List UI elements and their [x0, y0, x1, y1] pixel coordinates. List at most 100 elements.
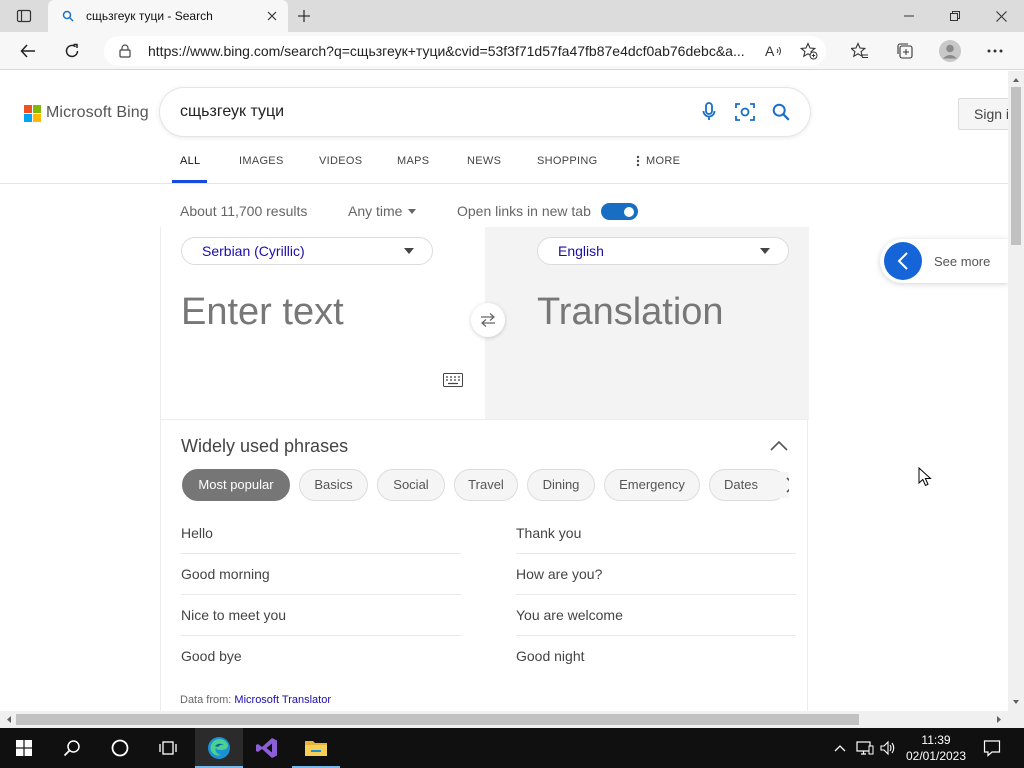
- close-window-icon[interactable]: [978, 0, 1024, 32]
- data-from-label: Data from:: [180, 694, 232, 706]
- browser-tab[interactable]: сщьзгеук туци - Search: [48, 0, 288, 32]
- vertical-scrollbar[interactable]: [1008, 71, 1024, 711]
- task-view-icon[interactable]: [144, 728, 192, 768]
- phrase-item[interactable]: Good bye: [181, 636, 461, 677]
- chip-most-popular[interactable]: Most popular: [182, 469, 290, 501]
- chip-travel[interactable]: Travel: [454, 469, 518, 501]
- mouse-cursor-icon: [918, 467, 932, 487]
- divider: [161, 419, 809, 420]
- caret-down-icon: [404, 248, 414, 254]
- source-pane: Serbian (Cyrillic) Enter text: [161, 227, 485, 419]
- url-text: https://www.bing.com/search?q=сщьзгеук+т…: [148, 43, 745, 59]
- bing-logo[interactable]: Microsoft Bing: [24, 104, 149, 122]
- collections-icon[interactable]: [891, 37, 919, 65]
- scrollbar-corner: [1008, 711, 1024, 728]
- chevron-up-icon[interactable]: [830, 738, 850, 758]
- cortana-icon[interactable]: [96, 728, 144, 768]
- phrase-item[interactable]: Good morning: [181, 554, 461, 595]
- vertical-scroll-thumb[interactable]: [1011, 87, 1021, 245]
- tab-all[interactable]: ALL: [180, 155, 200, 167]
- phrase-item[interactable]: How are you?: [516, 554, 796, 595]
- page-content: Microsoft Bing сщьзгеук туци Sign in ALL…: [0, 71, 1008, 711]
- vertical-dots-icon: [636, 155, 640, 167]
- keyboard-icon[interactable]: [443, 373, 463, 387]
- tab-news[interactable]: NEWS: [467, 155, 501, 167]
- file-explorer-icon[interactable]: [292, 728, 340, 768]
- microphone-icon[interactable]: [696, 99, 722, 125]
- microsoft-logo-icon: [24, 104, 41, 122]
- new-tab-icon[interactable]: [292, 4, 316, 28]
- tab-images[interactable]: IMAGES: [239, 155, 284, 167]
- phrase-item[interactable]: Nice to meet you: [181, 595, 461, 636]
- notifications-icon[interactable]: [982, 738, 1002, 758]
- search-input[interactable]: сщьзгеук туци: [160, 88, 810, 136]
- browser-tab-bar: сщьзгеук туци - Search: [0, 0, 1024, 32]
- svg-text:A: A: [765, 43, 775, 59]
- tab-more-label: MORE: [646, 155, 681, 167]
- edge-browser-icon[interactable]: [195, 728, 243, 768]
- target-pane: English Translation: [485, 227, 809, 419]
- translation-output: Translation: [537, 291, 724, 333]
- scroll-up-icon[interactable]: [1008, 73, 1024, 87]
- chip-basics[interactable]: Basics: [299, 469, 368, 501]
- horizontal-scroll-thumb[interactable]: [16, 714, 859, 725]
- phrase-item[interactable]: Good night: [516, 636, 796, 677]
- chip-emergency[interactable]: Emergency: [604, 469, 700, 501]
- search-icon: [60, 8, 76, 24]
- tab-actions-icon[interactable]: [8, 4, 40, 28]
- time-filter-dropdown[interactable]: Any time: [348, 203, 417, 219]
- taskbar-clock[interactable]: 11:39 02/01/2023: [900, 732, 972, 764]
- phrases-title: Widely used phrases: [181, 436, 349, 456]
- visual-search-icon[interactable]: [732, 99, 758, 125]
- chip-social[interactable]: Social: [377, 469, 445, 501]
- restore-icon[interactable]: [932, 0, 978, 32]
- address-bar[interactable]: https://www.bing.com/search?q=сщьзгеук+т…: [104, 36, 826, 66]
- chevron-up-icon[interactable]: [769, 439, 789, 453]
- tab-videos[interactable]: VIDEOS: [319, 155, 362, 167]
- target-language-label: English: [558, 243, 604, 259]
- tab-more[interactable]: MORE: [636, 155, 680, 167]
- minimize-icon[interactable]: [886, 0, 932, 32]
- clock-time: 11:39: [921, 733, 951, 747]
- more-options-icon[interactable]: [981, 37, 1009, 65]
- tab-maps[interactable]: MAPS: [397, 155, 429, 167]
- phrase-item[interactable]: You are welcome: [516, 595, 796, 636]
- phrase-item[interactable]: Hello: [181, 513, 461, 554]
- source-language-select[interactable]: Serbian (Cyrillic): [181, 237, 433, 265]
- scroll-left-icon[interactable]: [2, 711, 16, 728]
- visual-studio-icon[interactable]: [243, 728, 291, 768]
- favorites-icon[interactable]: [846, 37, 874, 65]
- target-language-select[interactable]: English: [537, 237, 789, 265]
- sign-in-button[interactable]: Sign in: [958, 98, 1008, 130]
- tab-shopping[interactable]: SHOPPING: [537, 155, 597, 167]
- windows-start-icon[interactable]: [0, 728, 48, 768]
- network-icon[interactable]: [855, 738, 875, 758]
- phrase-category-chips: Most popular Basics Social Travel Dining…: [181, 469, 789, 503]
- open-links-label: Open links in new tab: [457, 203, 591, 219]
- swap-languages-icon[interactable]: [471, 303, 505, 337]
- chip-dates[interactable]: Dates: [709, 469, 787, 501]
- back-arrow-icon[interactable]: [14, 37, 42, 65]
- scroll-right-icon[interactable]: [992, 711, 1006, 728]
- search-icon[interactable]: [768, 99, 794, 125]
- close-tab-icon[interactable]: [260, 4, 284, 28]
- add-favorite-icon[interactable]: [799, 41, 819, 61]
- lock-icon[interactable]: [116, 42, 134, 60]
- chevron-right-icon[interactable]: [777, 472, 789, 498]
- microsoft-translator-link[interactable]: Microsoft Translator: [234, 694, 331, 706]
- volume-icon[interactable]: [878, 738, 898, 758]
- source-language-label: Serbian (Cyrillic): [202, 243, 305, 259]
- refresh-icon[interactable]: [58, 37, 86, 65]
- scroll-down-icon[interactable]: [1008, 695, 1024, 709]
- horizontal-scrollbar[interactable]: [0, 711, 1008, 728]
- see-more-button[interactable]: See more: [880, 239, 1008, 283]
- chip-dining[interactable]: Dining: [527, 469, 595, 501]
- taskbar-search-icon[interactable]: [48, 728, 96, 768]
- phrase-item[interactable]: Thank you: [516, 513, 796, 554]
- open-links-toggle[interactable]: [601, 203, 638, 220]
- clock-date: 02/01/2023: [905, 749, 967, 763]
- logo-text: Microsoft Bing: [46, 104, 149, 121]
- read-aloud-icon[interactable]: A: [764, 41, 784, 61]
- profile-avatar-icon[interactable]: [936, 37, 964, 65]
- source-text-input[interactable]: Enter text: [181, 291, 344, 334]
